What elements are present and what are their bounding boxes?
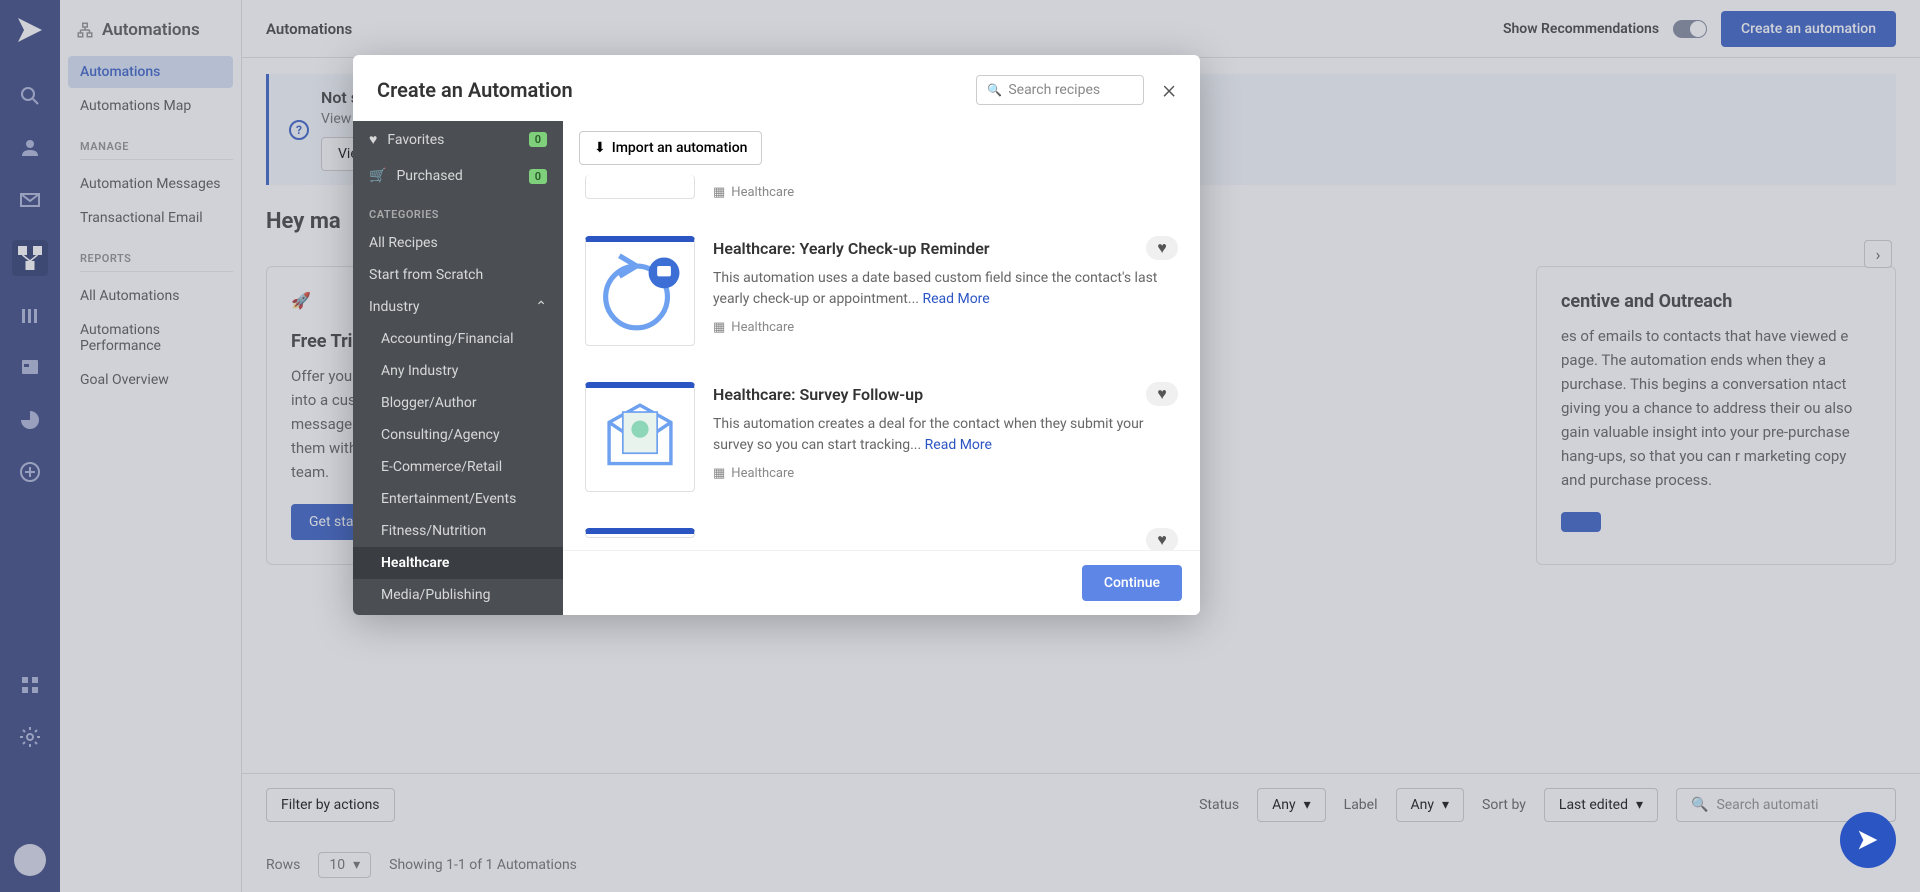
modal-title: Create an Automation: [377, 78, 573, 102]
modal-header: Create an Automation 🔍 Search recipes ×: [353, 55, 1200, 121]
recipe-tag: ▦ Healthcare: [713, 320, 1178, 335]
category-any-industry[interactable]: Any Industry: [353, 355, 563, 387]
recipe-description: This automation uses a date based custom…: [713, 268, 1178, 310]
category-online-training-education[interactable]: Online Training/Education: [353, 611, 563, 615]
category-accounting-financial[interactable]: Accounting/Financial: [353, 323, 563, 355]
tag-icon: ▦: [713, 466, 725, 481]
modal-footer: Continue: [563, 550, 1200, 615]
category-media-publishing[interactable]: Media/Publishing: [353, 579, 563, 611]
category-all-recipes[interactable]: All Recipes: [353, 227, 563, 259]
recipe-item[interactable]: Healthcare: Survey Follow-up ♥ This auto…: [579, 364, 1184, 510]
create-automation-modal: Create an Automation 🔍 Search recipes × …: [353, 55, 1200, 615]
recipe-item[interactable]: ▦ Healthcare: [579, 175, 1184, 218]
recipe-tag: ▦ Healthcare: [713, 185, 1178, 200]
tag-icon: ▦: [713, 320, 725, 335]
import-automation-button[interactable]: ⬇ Import an automation: [579, 131, 762, 165]
category-consulting-agency[interactable]: Consulting/Agency: [353, 419, 563, 451]
download-icon: ⬇: [594, 140, 606, 156]
category-healthcare[interactable]: Healthcare: [353, 547, 563, 579]
favorite-button[interactable]: ♥: [1146, 528, 1178, 550]
favorite-button[interactable]: ♥: [1146, 236, 1178, 260]
continue-button[interactable]: Continue: [1082, 565, 1182, 601]
favorites-count: 0: [529, 132, 547, 147]
search-recipes-input[interactable]: 🔍 Search recipes: [976, 75, 1144, 105]
recipe-title: Healthcare: Survey Follow-up: [713, 385, 923, 404]
recipe-thumbnail: [585, 528, 695, 538]
cart-icon: 🛒: [369, 168, 386, 184]
recipe-tag: ▦ Healthcare: [713, 466, 1178, 481]
help-fab-button[interactable]: [1840, 812, 1896, 868]
recipe-thumbnail: [585, 175, 695, 199]
purchased-count: 0: [529, 169, 547, 184]
heart-icon: ♥: [369, 131, 377, 148]
close-icon[interactable]: ×: [1162, 75, 1176, 105]
favorites-item[interactable]: ♥ Favorites 0: [353, 121, 563, 158]
read-more-link[interactable]: Read More: [925, 437, 992, 453]
read-more-link[interactable]: Read More: [922, 291, 989, 307]
modal-sidebar: ♥ Favorites 0 🛒 Purchased 0 CATEGORIES A…: [353, 121, 563, 615]
category-industry[interactable]: Industry ⌃: [353, 291, 563, 323]
category-start-from-scratch[interactable]: Start from Scratch: [353, 259, 563, 291]
categories-header: CATEGORIES: [353, 194, 563, 227]
category-entertainment-events[interactable]: Entertainment/Events: [353, 483, 563, 515]
tag-icon: ▦: [713, 185, 725, 200]
category-fitness-nutrition[interactable]: Fitness/Nutrition: [353, 515, 563, 547]
recipe-description: This automation creates a deal for the c…: [713, 414, 1178, 456]
favorite-button[interactable]: ♥: [1146, 382, 1178, 406]
chevron-up-icon: ⌃: [535, 299, 547, 315]
recipe-item[interactable]: Healthcare: Yearly Check-up Reminder ♥ T…: [579, 218, 1184, 364]
modal-main: ⬇ Import an automation ▦ Healthcare: [563, 121, 1200, 615]
category-blogger-author[interactable]: Blogger/Author: [353, 387, 563, 419]
recipe-thumbnail: [585, 382, 695, 492]
search-icon: 🔍: [987, 83, 1002, 97]
recipe-title: Healthcare: Yearly Check-up Reminder: [713, 239, 990, 258]
recipe-thumbnail: [585, 236, 695, 346]
purchased-item[interactable]: 🛒 Purchased 0: [353, 158, 563, 194]
recipe-list: ▦ Healthcare Healthcare: Yearly Check-up…: [563, 175, 1200, 550]
recipe-item[interactable]: ♥: [579, 510, 1184, 550]
category-ecommerce-retail[interactable]: E-Commerce/Retail: [353, 451, 563, 483]
